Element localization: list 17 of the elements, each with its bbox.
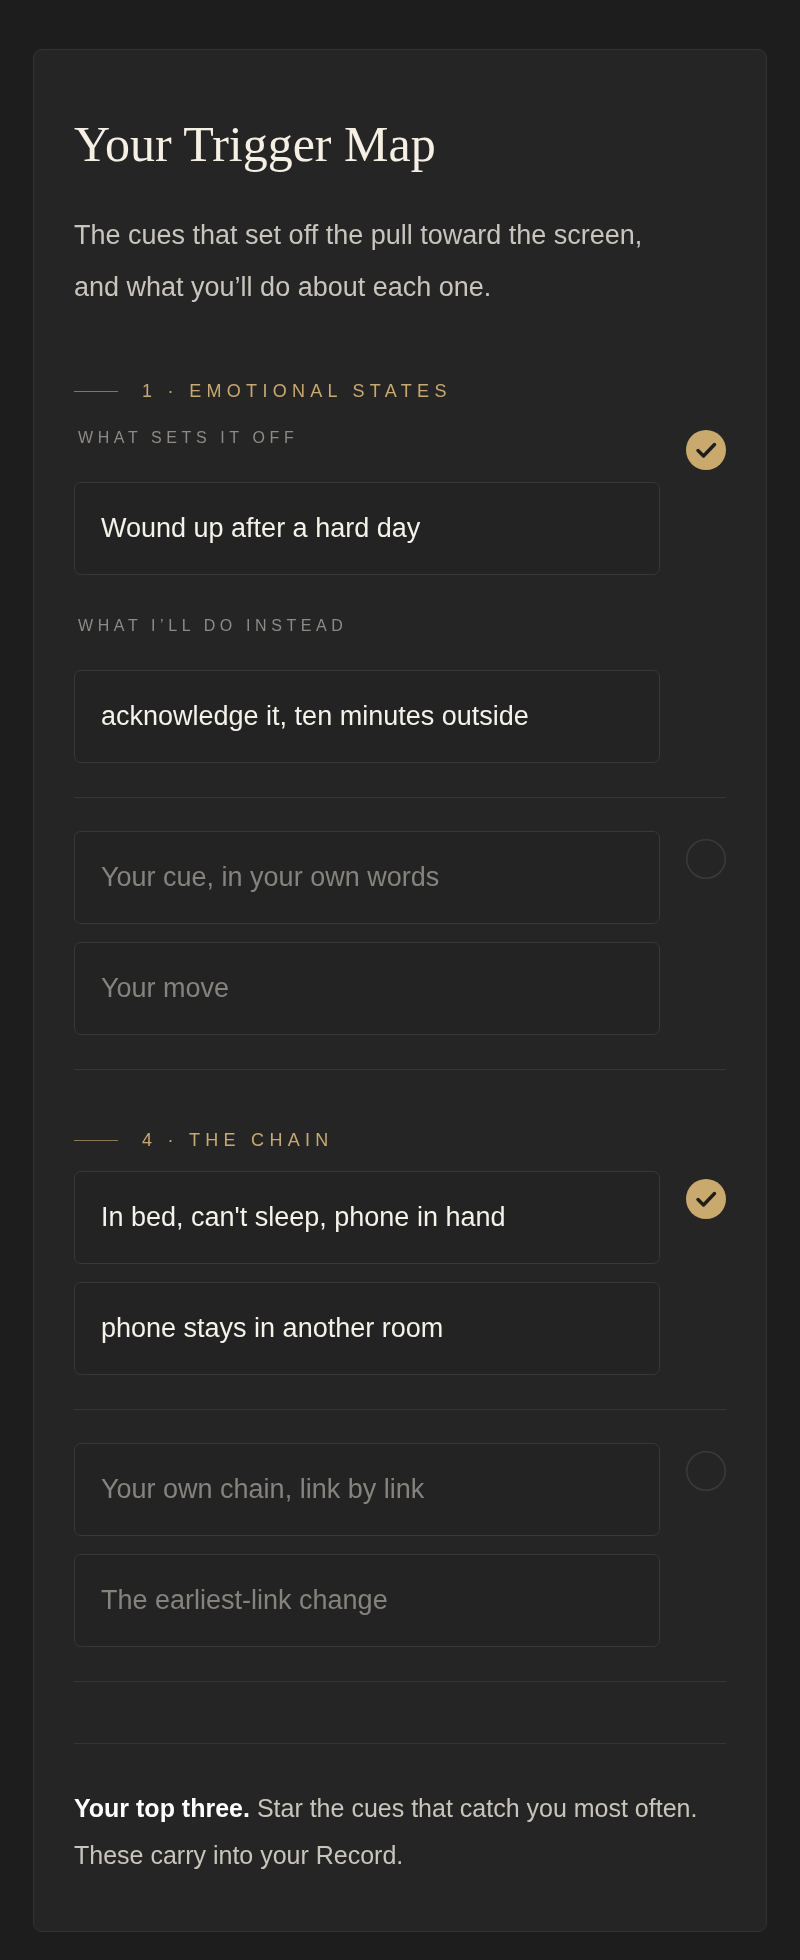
move-field[interactable]: The earliest-link change [74,1554,660,1647]
move-field[interactable]: phone stays in another room [74,1282,660,1375]
cue-field[interactable]: Wound up after a hard day [74,482,660,575]
page-title: Your Trigger Map [74,115,437,174]
section-heading: 1 · EMOTIONAL STATES [142,380,452,403]
field-label: WHAT SETS IT OFF [77,428,300,448]
move-field[interactable]: Your move [74,942,660,1035]
intro-text: The cues that set off the pull toward the screen, and what you’ll do about each one. [74,219,644,304]
field-label: WHAT I’LL DO INSTEAD [77,616,349,636]
move-field[interactable]: acknowledge it, ten minutes outside [74,670,660,763]
cue-field[interactable]: In bed, can't sleep, phone in hand [74,1171,660,1264]
section-heading: 4 · THE CHAIN [142,1129,334,1152]
checkmark-icon[interactable] [686,1179,726,1219]
checkmark-icon[interactable] [686,430,726,470]
cue-field[interactable]: Your cue, in your own words [74,831,660,924]
footer-note: Your top three. Star the cues that catch you most often. These carry into your Record. [74,1743,726,1879]
cue-field[interactable]: Your own chain, link by link [74,1443,660,1536]
